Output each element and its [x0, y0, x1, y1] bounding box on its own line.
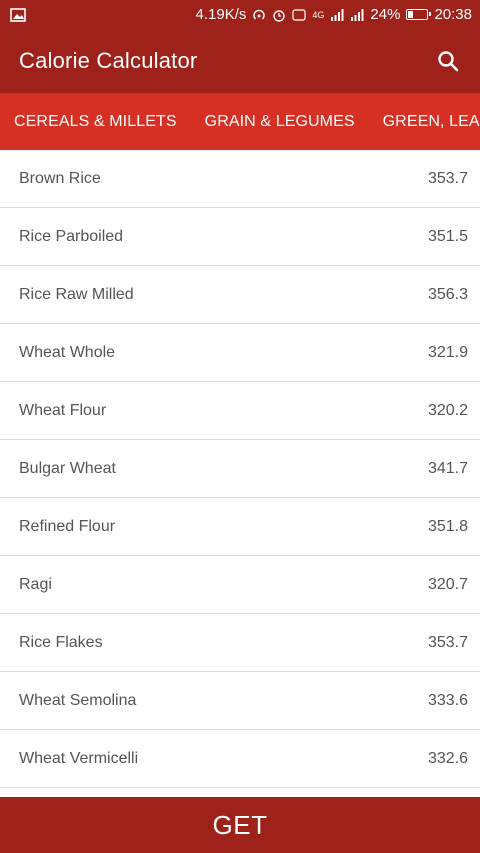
list-item[interactable]: Rice Parboiled 351.5 — [0, 208, 480, 266]
list-item[interactable]: Bulgar Wheat 341.7 — [0, 440, 480, 498]
item-calories: 351.8 — [427, 517, 468, 535]
item-calories: 320.7 — [427, 575, 468, 593]
list-item[interactable]: Ragi 320.7 — [0, 556, 480, 614]
item-calories: 320.2 — [427, 401, 468, 419]
item-name: Wheat Semolina — [19, 691, 137, 709]
food-list: Brown Rice 353.7 Rice Parboiled 351.5 Rice… — [0, 150, 480, 788]
signal-icon — [330, 8, 344, 21]
tab-green-leafy[interactable]: GREEN, LEAFY & — [369, 113, 480, 131]
hd-icon — [292, 8, 307, 21]
category-tabs: CEREALS & MILLETS GRAIN & LEGUMES GREEN,… — [0, 93, 480, 150]
tab-cereals-millets[interactable]: CEREALS & MILLETS — [0, 113, 191, 131]
get-button-label: GET — [212, 809, 268, 840]
list-item[interactable]: Rice Flakes 353.7 — [0, 614, 480, 672]
signal-icon-2 — [350, 8, 364, 21]
status-bar: 4.19K/s 4G 24% 20:38 — [0, 0, 480, 29]
list-item[interactable]: Wheat Semolina 333.6 — [0, 672, 480, 730]
clock: 20:38 — [434, 6, 472, 23]
page-title: Calorie Calculator — [19, 48, 198, 73]
battery-icon — [406, 9, 432, 20]
list-item[interactable]: Wheat Vermicelli 332.6 — [0, 730, 480, 788]
tab-grain-legumes[interactable]: GRAIN & LEGUMES — [191, 113, 369, 131]
hotspot-icon — [252, 8, 266, 22]
item-name: Ragi — [19, 575, 52, 593]
item-calories: 356.3 — [427, 285, 468, 303]
battery-percent: 24% — [370, 6, 401, 23]
item-calories: 341.7 — [427, 459, 468, 477]
list-item[interactable]: Wheat Whole 321.9 — [0, 324, 480, 382]
list-item[interactable]: Refined Flour 351.8 — [0, 498, 480, 556]
item-name: Wheat Vermicelli — [19, 749, 139, 767]
item-name: Wheat Flour — [19, 401, 107, 419]
item-calories: 353.7 — [427, 633, 468, 651]
item-name: Rice Flakes — [19, 633, 103, 651]
search-icon — [438, 51, 459, 72]
app-bar: Calorie Calculator — [0, 29, 480, 93]
list-item[interactable]: Rice Raw Milled 356.3 — [0, 266, 480, 324]
network-type: 4G — [312, 9, 325, 20]
item-calories: 353.7 — [427, 169, 468, 187]
item-calories: 333.6 — [427, 691, 468, 709]
search-button[interactable] — [432, 45, 464, 77]
image-notification-icon — [10, 7, 26, 22]
item-calories: 321.9 — [427, 343, 468, 361]
item-calories: 332.6 — [427, 749, 468, 767]
item-name: Brown Rice — [19, 169, 101, 187]
item-name: Wheat Whole — [19, 343, 116, 361]
alarm-icon — [272, 8, 286, 22]
item-name: Rice Parboiled — [19, 227, 124, 245]
network-speed: 4.19K/s — [195, 6, 247, 23]
list-item[interactable]: Wheat Flour 320.2 — [0, 382, 480, 440]
get-button[interactable]: GET — [0, 797, 480, 853]
item-name: Rice Raw Milled — [19, 285, 134, 303]
item-calories: 351.5 — [427, 227, 468, 245]
list-item[interactable]: Brown Rice 353.7 — [0, 150, 480, 208]
item-name: Bulgar Wheat — [19, 459, 116, 477]
item-name: Refined Flour — [19, 517, 116, 535]
